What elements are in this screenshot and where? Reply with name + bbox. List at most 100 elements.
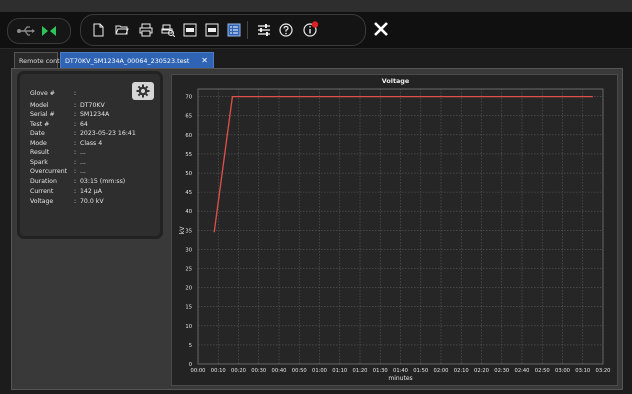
info-key: Result — [30, 149, 50, 156]
y-tick-label: 15 — [185, 305, 192, 311]
x-tick-label: 03:00 — [555, 368, 570, 374]
export-pdf-icon[interactable] — [183, 23, 197, 37]
tab-test-file[interactable]: DT70KV_SM1234A_00064_230523.test ✕ — [60, 52, 214, 68]
info-separator: : — [74, 102, 77, 109]
info-value: ... — [80, 149, 86, 156]
info-separator: : — [74, 111, 77, 118]
title-bar — [0, 0, 632, 12]
info-separator: : — [74, 121, 77, 128]
new-file-icon[interactable] — [91, 23, 105, 37]
x-tick-label: 00:20 — [231, 368, 246, 374]
info-key: Model — [30, 102, 49, 109]
info-value: ... — [80, 159, 86, 166]
y-tick-label: 40 — [185, 209, 192, 215]
y-axis-label: kV — [179, 226, 186, 234]
app-window: Remote control DT70KV_SM1234A_00064_2305… — [0, 0, 632, 394]
x-tick-label: 02:50 — [535, 368, 550, 374]
info-value: 64 — [80, 121, 88, 128]
info-value: 70.0 kV — [80, 198, 104, 205]
x-tick-label: 01:00 — [312, 368, 327, 374]
notification-badge-icon — [311, 21, 319, 28]
voltage-chart-panel: Voltage 0 5 10 15 20 25 30 35 40 45 50 55 60 65 70 00:0… — [171, 74, 618, 386]
help-icon[interactable] — [279, 23, 293, 37]
y-tick-label: 30 — [185, 247, 192, 253]
y-tick-label: 55 — [185, 152, 192, 158]
voltage-chart: 051015202530354045505560657000:00 00:10 00… — [179, 88, 611, 382]
info-separator: : — [74, 90, 77, 97]
info-separator: : — [74, 178, 77, 185]
info-value: SM1234A — [80, 111, 110, 118]
export-xls-icon[interactable] — [205, 23, 219, 37]
x-tick-label: 01:50 — [413, 368, 428, 374]
info-icon[interactable] — [303, 21, 319, 37]
x-tick-label: 02:20 — [474, 368, 489, 374]
info-value: DT70KV — [80, 102, 105, 109]
y-tick-label: 65 — [185, 114, 192, 120]
info-separator: : — [74, 149, 77, 156]
y-tick-label: 60 — [185, 133, 192, 139]
y-tick-label: 25 — [185, 267, 192, 273]
x-tick-label: 02:40 — [515, 368, 530, 374]
gear-icon — [136, 84, 150, 98]
print-preview-icon[interactable] — [161, 23, 175, 37]
y-tick-label: 5 — [189, 343, 192, 349]
info-separator: : — [74, 159, 77, 166]
print-icon[interactable] — [139, 23, 153, 37]
info-key: Spark — [30, 159, 48, 166]
info-key: Serial # — [30, 111, 55, 118]
tab-label: DT70KV_SM1234A_00064_230523.test — [65, 57, 190, 65]
x-tick-label: 00:30 — [251, 368, 266, 374]
info-key: Overcurrent — [30, 168, 68, 175]
info-value: 142 µA — [80, 188, 102, 195]
x-tick-label: 02:10 — [454, 368, 469, 374]
info-separator: : — [74, 130, 77, 137]
file-actions-group — [80, 14, 366, 46]
x-axis-label: minutes — [388, 375, 412, 382]
x-tick-label: 00:00 — [191, 368, 206, 374]
info-value: 2023-05-23 16:41 — [80, 130, 136, 137]
x-tick-label: 00:50 — [292, 368, 307, 374]
info-separator: : — [74, 168, 77, 175]
info-separator: : — [74, 188, 77, 195]
x-tick-label: 01:40 — [393, 368, 408, 374]
info-key: Voltage — [30, 198, 54, 205]
x-tick-label: 01:10 — [332, 368, 347, 374]
tab-bar: Remote control DT70KV_SM1234A_00064_2305… — [14, 52, 632, 68]
info-value: ... — [80, 168, 86, 175]
tab-remote-control[interactable]: Remote control — [14, 52, 68, 68]
toolbar-divider — [247, 21, 248, 39]
open-folder-icon[interactable] — [115, 23, 129, 37]
tab-close-icon[interactable]: ✕ — [201, 53, 208, 69]
x-tick-label: 02:00 — [434, 368, 449, 374]
x-tick-label: 01:30 — [373, 368, 388, 374]
x-tick-label: 00:40 — [272, 368, 287, 374]
info-key: Duration — [30, 178, 57, 185]
info-key: Mode — [30, 140, 47, 147]
info-value: Class 4 — [80, 140, 103, 147]
usb-icon — [17, 26, 35, 36]
plot-area — [197, 88, 604, 365]
y-tick-label: 10 — [185, 324, 192, 330]
test-info-card: Glove #: Model: DT70KV Serial #: SM1234A Test… — [20, 74, 160, 236]
y-tick-label: 50 — [185, 171, 192, 177]
connected-icon[interactable] — [41, 24, 57, 38]
y-tick-label: 35 — [185, 228, 192, 234]
info-key: Glove # — [30, 90, 55, 97]
info-separator: : — [74, 198, 77, 205]
y-tick-label: 20 — [185, 286, 192, 292]
settings-button[interactable] — [132, 82, 154, 100]
y-tick-label: 70 — [185, 95, 192, 101]
info-separator: : — [74, 140, 77, 147]
connection-group — [7, 18, 71, 44]
x-tick-label: 01:20 — [353, 368, 368, 374]
x-tick-label: 02:30 — [494, 368, 509, 374]
info-key: Current — [30, 188, 54, 195]
report-view-icon[interactable] — [227, 23, 241, 37]
close-icon[interactable] — [370, 18, 392, 40]
info-key: Date — [30, 130, 45, 137]
info-value: 03:15 (mm:ss) — [80, 178, 126, 185]
settings-sliders-icon[interactable] — [257, 23, 271, 37]
x-tick-label: 03:20 — [596, 368, 611, 374]
x-tick-label: 00:10 — [211, 368, 226, 374]
x-tick-label: 03:10 — [575, 368, 590, 374]
